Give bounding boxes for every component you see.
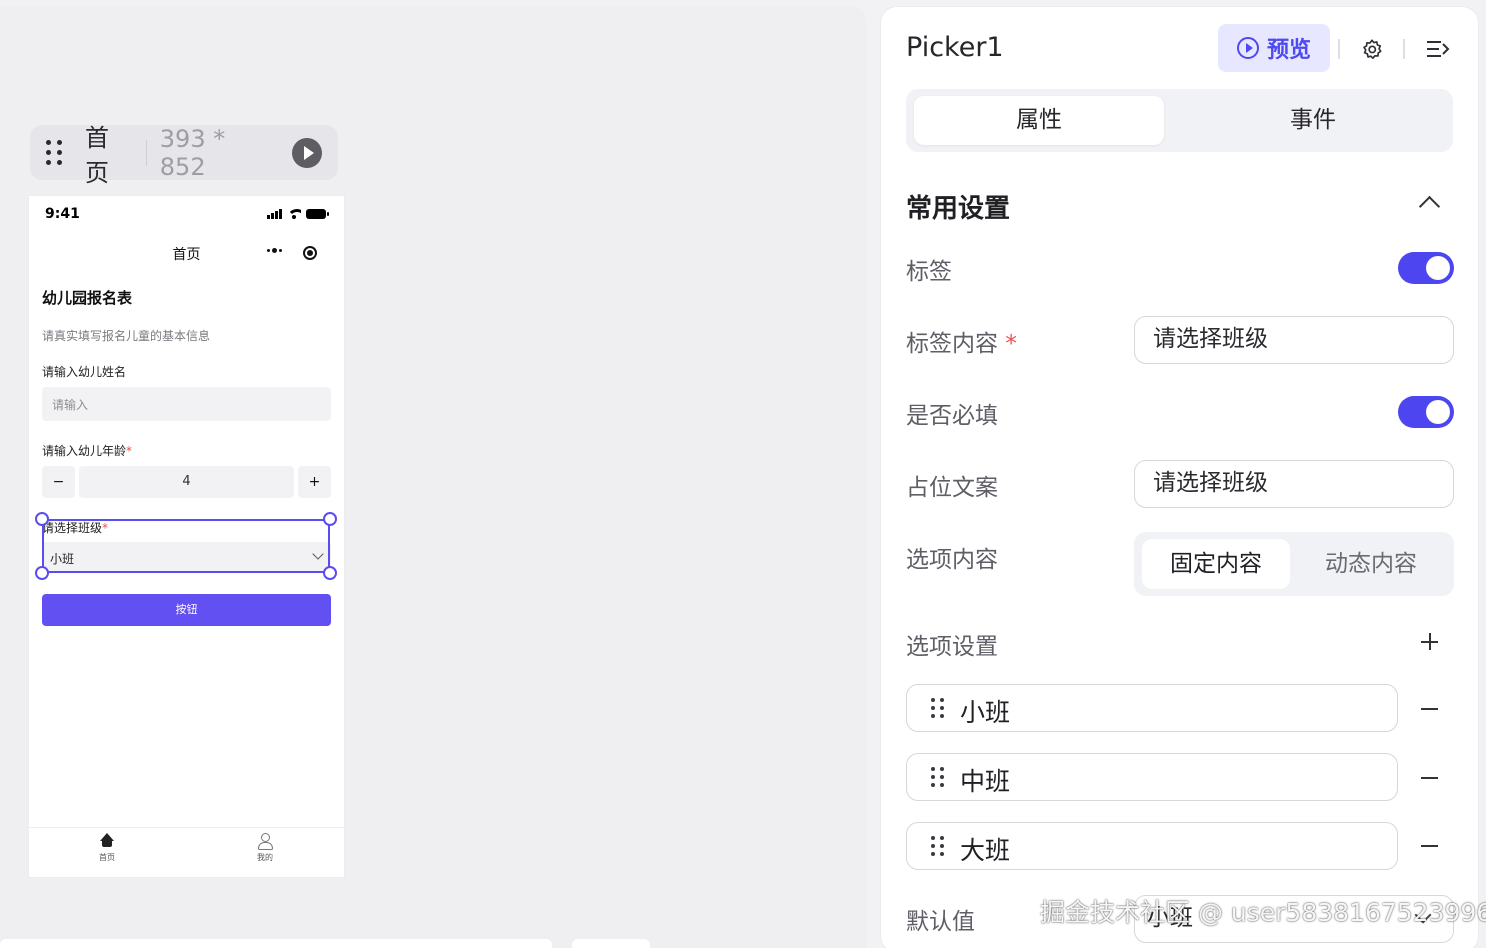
tab-properties[interactable]: 属性: [914, 96, 1164, 145]
play-icon[interactable]: [292, 137, 322, 168]
panel-tabs: 属性 事件: [906, 89, 1453, 152]
resize-handle-tr[interactable]: [323, 512, 337, 526]
age-value[interactable]: 4: [79, 466, 294, 498]
tab-bar: 首页 我的: [29, 827, 344, 877]
toggle-knob: [1426, 400, 1450, 424]
required-toggle[interactable]: [1398, 396, 1454, 428]
resize-handle-bl[interactable]: [35, 566, 49, 580]
tab-home[interactable]: 首页: [77, 833, 137, 863]
collapse-menu-icon[interactable]: [1426, 40, 1450, 58]
submit-button[interactable]: 按钮: [42, 594, 331, 626]
battery-icon: [306, 209, 329, 219]
tab-home-label: 首页: [99, 853, 115, 862]
section-title: 常用设置: [906, 194, 1011, 224]
selection-frame[interactable]: [42, 519, 330, 573]
required-toggle-label: 是否必填: [906, 403, 998, 429]
default-value-label: 默认值: [906, 909, 975, 935]
page-toolbar: 首页 393 * 852: [30, 124, 338, 187]
options-settings-label: 选项设置: [906, 634, 998, 660]
option-row[interactable]: 大班: [906, 822, 1398, 870]
close-capsule-icon[interactable]: [303, 246, 317, 260]
decrement-button[interactable]: −: [42, 466, 75, 498]
page-size: 393 * 852: [159, 124, 226, 181]
preview-label: 预览: [1266, 38, 1311, 63]
drag-handle-icon[interactable]: [931, 836, 944, 856]
name-label: 请输入幼儿姓名: [42, 365, 127, 379]
resize-handle-tl[interactable]: [35, 512, 49, 526]
required-mark: *: [1005, 331, 1017, 357]
preview-button[interactable]: 预览: [1218, 24, 1330, 72]
option-dynamic[interactable]: 动态内容: [1297, 539, 1445, 589]
name-input[interactable]: 请输入: [42, 387, 331, 421]
form-description: 请真实填写报名儿童的基本信息: [42, 329, 211, 343]
divider: [1403, 39, 1405, 59]
tab-mine[interactable]: 我的: [235, 833, 295, 863]
add-option-icon[interactable]: [1421, 633, 1438, 650]
options-source-switch: 固定内容 动态内容: [1134, 532, 1454, 596]
user-icon: [257, 833, 273, 850]
options-source-label: 选项内容: [906, 547, 998, 573]
tab-events[interactable]: 事件: [1188, 96, 1438, 145]
option-text: 小班: [960, 698, 1011, 727]
wifi-icon: [287, 209, 301, 219]
properties-panel: Picker1 预览 属性 事件 常用设置 标签 标签内容 * 请选择班级 是否…: [881, 7, 1478, 948]
option-row[interactable]: 中班: [906, 753, 1398, 801]
placeholder-label: 占位文案: [906, 475, 998, 501]
nav-title: 首页: [172, 247, 201, 263]
page-name[interactable]: 首页: [85, 118, 133, 188]
label-content-label: 标签内容 *: [906, 324, 1017, 358]
toggle-knob: [1426, 256, 1450, 280]
nav-bar: 首页: [29, 240, 344, 266]
chevron-up-icon[interactable]: [1418, 195, 1441, 218]
form-title: 幼儿园报名表: [42, 289, 133, 307]
option-row[interactable]: 小班: [906, 684, 1398, 732]
drag-handle-icon[interactable]: [931, 767, 944, 787]
label-content-text: 标签内容: [906, 331, 998, 357]
label-content-input[interactable]: 请选择班级: [1134, 316, 1454, 364]
tab-mine-label: 我的: [257, 853, 273, 862]
divider: [1338, 39, 1340, 59]
age-label: 请输入幼儿年龄*: [42, 442, 132, 459]
phone-preview: 9:41 首页 幼儿园报名表 请真实填写报名儿童的基本信息 请输入幼儿姓名 请输…: [29, 196, 344, 877]
remove-option-icon[interactable]: [1421, 777, 1438, 779]
component-title: Picker1: [906, 32, 1004, 63]
option-text: 大班: [960, 836, 1011, 865]
status-time: 9:41: [45, 206, 80, 222]
increment-button[interactable]: +: [298, 466, 331, 498]
required-mark: *: [126, 444, 133, 458]
play-circle-icon: [1236, 37, 1259, 59]
remove-option-icon[interactable]: [1421, 845, 1438, 847]
more-icon[interactable]: [267, 248, 282, 253]
option-text: 中班: [960, 767, 1011, 796]
remove-option-icon[interactable]: [1421, 708, 1438, 710]
placeholder-input[interactable]: 请选择班级: [1134, 460, 1454, 508]
canvas-scroll-area: [572, 939, 650, 948]
status-bar: 9:41: [29, 206, 344, 224]
label-toggle-label: 标签: [906, 259, 952, 285]
gear-icon[interactable]: [1361, 38, 1383, 60]
drag-handle-icon[interactable]: [46, 140, 63, 165]
watermark: 掘金技术社区 @ user5838167523996: [1040, 898, 1486, 927]
age-stepper: − 4 +: [42, 466, 331, 498]
label-toggle[interactable]: [1398, 252, 1454, 284]
signal-icon: [267, 209, 282, 219]
age-label-text: 请输入幼儿年龄: [42, 444, 127, 458]
drag-handle-icon[interactable]: [931, 698, 944, 718]
canvas-scroll-area: [0, 939, 552, 948]
home-icon: [99, 833, 115, 848]
option-fixed[interactable]: 固定内容: [1142, 539, 1290, 589]
divider: [145, 139, 147, 166]
resize-handle-br[interactable]: [323, 566, 337, 580]
